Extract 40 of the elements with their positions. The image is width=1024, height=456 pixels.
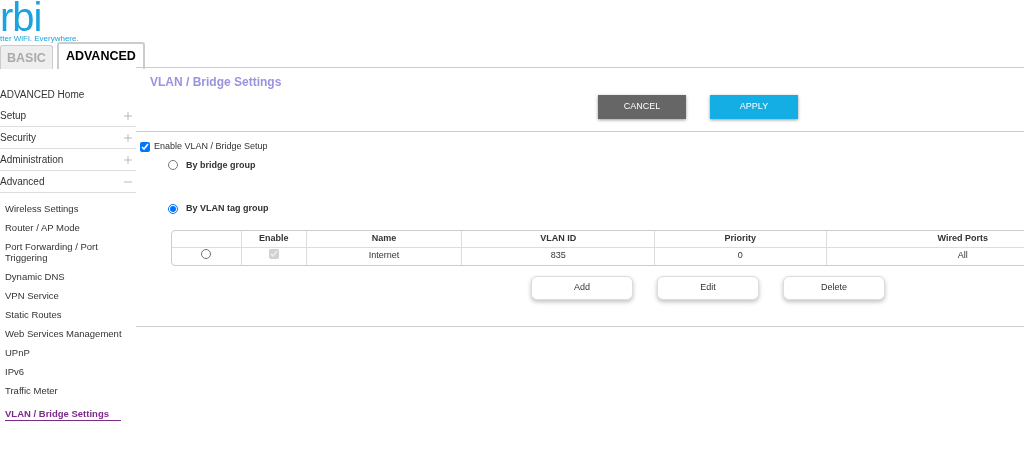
column-header: VLAN ID [462, 230, 655, 248]
table-action-button[interactable]: Delete [783, 275, 885, 300]
enable-checkbox[interactable] [140, 141, 150, 152]
sidebar-item[interactable]: VPN Service [0, 286, 136, 305]
table-cell: All [826, 247, 1024, 265]
mode-tab[interactable]: ADVANCED [56, 42, 145, 69]
page-title: VLAN / Bridge Settings [149, 74, 283, 91]
sidebar-item[interactable]: Traffic Meter [0, 381, 136, 400]
table-action-button[interactable]: Add [531, 275, 633, 300]
sidebar-section[interactable]: Setup [0, 108, 27, 123]
sidebar-item[interactable]: UPnP [0, 343, 136, 362]
sidebar-item[interactable]: Static Routes [0, 305, 136, 324]
logo-tagline: tter WiFi. Everywhere. [0, 34, 80, 43]
column-header: Wired Ports [826, 230, 1024, 248]
checkbox-label: Enable VLAN / Bridge Setup [154, 140, 268, 153]
column-header: Priority [655, 230, 827, 248]
column-header: Name [306, 230, 463, 248]
column-header: Enable [241, 230, 307, 248]
radio-button[interactable] [168, 203, 178, 214]
logo-text: rbi [0, 0, 42, 34]
sidebar-item[interactable]: Router / AP Mode [0, 218, 136, 237]
sidebar-section[interactable]: Advanced [0, 174, 45, 189]
sidebar-item[interactable]: Wireless Settings [0, 199, 136, 218]
radio-button[interactable] [168, 160, 178, 171]
sidebar-link[interactable]: ADVANCED Home [0, 83, 136, 105]
sidebar-item[interactable]: Port Forwarding / Port Triggering [0, 237, 136, 267]
table-cell: Internet [306, 247, 463, 265]
radio-label: By bridge group [186, 158, 256, 172]
sidebar-item[interactable]: IPv6 [0, 362, 136, 381]
row-radio[interactable] [201, 248, 212, 259]
sidebar-section[interactable]: Security [0, 130, 37, 145]
radio-label: By VLAN tag group [186, 202, 269, 215]
cancel-button[interactable]: CANCEL [598, 95, 686, 119]
table-action-button[interactable]: Edit [657, 275, 759, 300]
sidebar-item[interactable]: VLAN / Bridge Settings [5, 404, 121, 421]
table-cell: 835 [462, 247, 655, 265]
sidebar-section[interactable]: Administration [0, 152, 64, 167]
sidebar-item[interactable]: Dynamic DNS [0, 267, 136, 286]
sidebar-item[interactable]: Web Services Management [0, 324, 136, 343]
table-cell: 0 [655, 247, 827, 265]
